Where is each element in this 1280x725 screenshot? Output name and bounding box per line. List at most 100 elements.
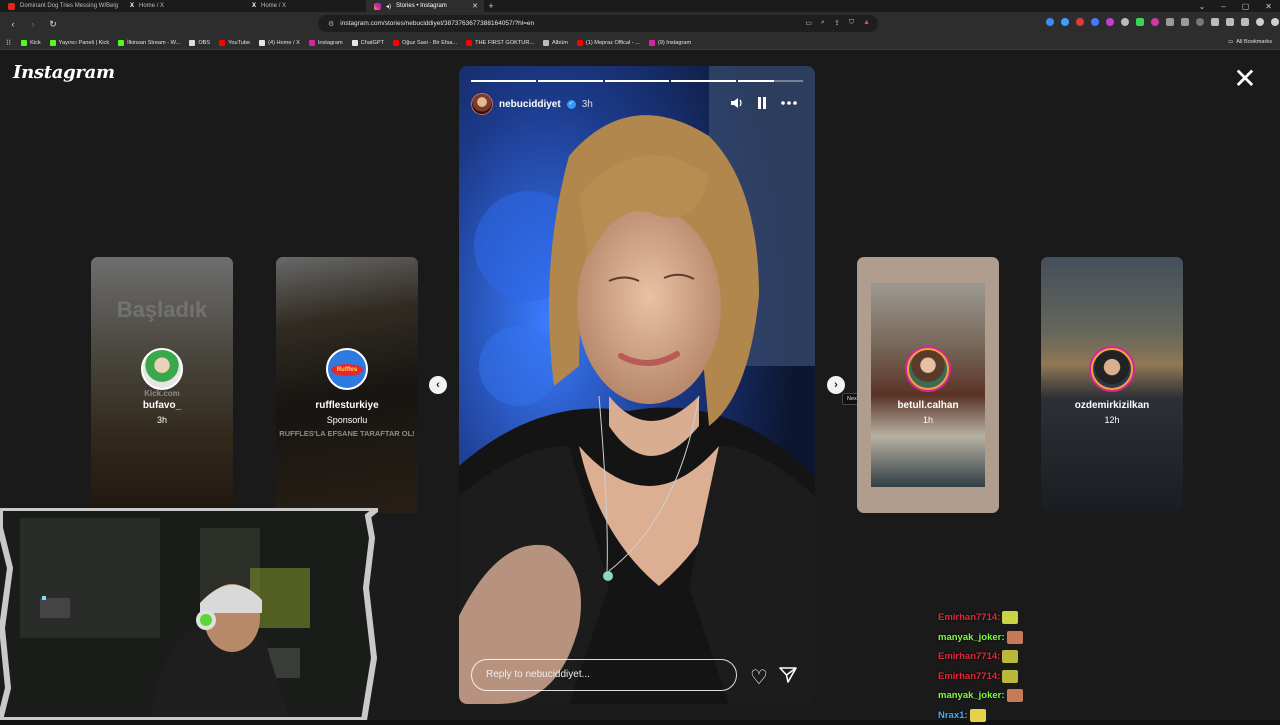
volume-icon[interactable] (730, 97, 743, 109)
tab-icon[interactable] (1241, 18, 1249, 26)
bookmark-label: İlkinsan Stream - W... (127, 40, 180, 46)
stream-chat-overlay: Emirhan7714:manyak_joker:Emirhan7714:Emi… (938, 608, 1138, 720)
reload-icon[interactable]: ↻ (46, 19, 60, 30)
close-tab-icon[interactable]: ✕ (472, 2, 478, 10)
tab-title: Dominant Dog Tries Messing W/Belg (20, 3, 118, 9)
extension-alert-icon[interactable]: ▲ (863, 19, 870, 27)
bookmark-item[interactable]: OBS (189, 40, 210, 46)
previous-story-button[interactable]: ‹ (429, 376, 447, 394)
bookmark-item[interactable]: Albüm (543, 40, 568, 46)
bookmarks-list: Kick Yayıncı Paneli | Kick İlkinsan Stream… (21, 40, 700, 46)
bookmark-item[interactable]: (1) Mepraz Offical - ... (577, 40, 640, 46)
zoom-icon[interactable]: ⌕ (821, 19, 825, 27)
minimize-icon[interactable]: – (1221, 2, 1225, 11)
all-bookmarks-button[interactable]: ▭ All Bookmarks (1228, 39, 1272, 45)
bookmark-label: Oğuz Sasi - Bir Efsa... (402, 40, 457, 46)
share-icon[interactable]: ⇪ (834, 19, 840, 27)
story-progress-bar (471, 80, 803, 82)
back-icon[interactable]: ‹ (6, 19, 20, 29)
downloads-icon[interactable] (1181, 18, 1189, 26)
bookmark-item[interactable]: (9) Instagram (649, 40, 691, 46)
bookmark-item[interactable]: Kick (21, 40, 41, 46)
extension-icon[interactable] (1076, 18, 1084, 26)
browser-tab[interactable]: X Home / X (122, 0, 244, 12)
new-tab-icon[interactable]: + (484, 1, 498, 11)
extension-icon[interactable] (1061, 18, 1069, 26)
sidebar-icon[interactable] (1226, 18, 1234, 26)
bookmarks-bar: ⁝⁝ Kick Yayıncı Paneli | Kick İlkinsan Str… (0, 36, 1280, 50)
shield-icon[interactable]: ⛉ (849, 19, 854, 27)
bookmark-item[interactable]: Oğuz Sasi - Bir Efsa... (393, 40, 457, 46)
ruffles-logo-avatar: Ruffles (326, 348, 368, 390)
extension-icon[interactable] (1151, 18, 1159, 26)
maximize-icon[interactable]: ▢ (1242, 2, 1250, 11)
puzzle-icon[interactable] (1166, 18, 1174, 26)
chat-message: Nrax1: (938, 706, 1138, 725)
bookmark-favicon-icon (189, 40, 195, 46)
tab-search-icon[interactable]: ⌄ (1199, 2, 1206, 11)
address-bar[interactable]: ⚙ instagram.com/stories/nebuciddiyet/387… (318, 15, 878, 32)
chat-username: manyak_joker: (938, 632, 1005, 643)
chat-username: Emirhan7714: (938, 671, 1000, 682)
bookmark-favicon-icon (259, 40, 265, 46)
send-icon[interactable] (779, 666, 797, 684)
story-preview-card[interactable]: Başladık Kick.com bufavo_ 3h (91, 257, 233, 513)
bookmark-item[interactable]: (4) Home / X (259, 40, 300, 46)
bookmark-item[interactable]: Yayıncı Paneli | Kick (50, 40, 109, 46)
story-controls (730, 97, 797, 109)
extension-icon[interactable] (1091, 18, 1099, 26)
music-icon[interactable] (1211, 18, 1219, 26)
bookmark-item[interactable]: Instagram (309, 40, 343, 46)
close-window-icon[interactable]: ✕ (1265, 2, 1272, 11)
like-heart-icon[interactable]: ♡ (750, 665, 768, 690)
pause-icon[interactable] (757, 97, 767, 109)
card-time: 1h (857, 415, 999, 425)
bookmark-favicon-icon (21, 40, 27, 46)
card-username: bufavo_ (91, 400, 233, 411)
more-icon[interactable] (1271, 18, 1279, 26)
bookmark-item[interactable]: YouTube (219, 40, 250, 46)
browser-tab[interactable]: X Home / X (244, 0, 366, 12)
bookmark-label: Instagram (318, 40, 343, 46)
apps-icon[interactable]: ⁝⁝ (6, 38, 11, 47)
bookmark-favicon-icon (543, 40, 549, 46)
bookmark-item[interactable]: ChatGPT (352, 40, 384, 46)
bookmark-favicon-icon (352, 40, 358, 46)
close-stories-button[interactable]: ✕ (1232, 66, 1258, 92)
site-info-icon[interactable]: ⚙ (328, 20, 334, 28)
bookmark-item[interactable]: İlkinsan Stream - W... (118, 40, 180, 46)
chat-username: Emirhan7714: (938, 612, 1000, 623)
bookmark-label: Albüm (552, 40, 568, 46)
story-author-username[interactable]: nebuciddiyet (499, 99, 561, 110)
extension-icon[interactable] (1121, 18, 1129, 26)
story-overlay-text: RUFFLES'LA EFSANE TARAFTAR OL! (276, 429, 418, 438)
browser-tab[interactable]: Dominant Dog Tries Messing W/Belg (0, 0, 122, 12)
story-preview-card[interactable]: Ruffles rufflesturkiye Sponsorlu RUFFLES… (276, 257, 418, 513)
profile-icon[interactable] (1256, 18, 1264, 26)
bookmark-label: (9) Instagram (658, 40, 691, 46)
chat-message: manyak_joker: (938, 686, 1138, 706)
all-bookmarks-label: All Bookmarks (1236, 39, 1272, 45)
reply-input[interactable]: Reply to nebuciddiyet... (471, 659, 737, 691)
extension-icon[interactable] (1046, 18, 1054, 26)
webcam-feed (0, 508, 378, 720)
extension-icon[interactable] (1106, 18, 1114, 26)
story-preview-card[interactable]: betull.calhan 1h (857, 257, 999, 513)
bookmark-item[interactable]: THE FIRST GOKTUR... (466, 40, 534, 46)
webcam-overlay (0, 508, 378, 720)
browser-tab-active[interactable]: ◂) Stories • Instagram ✕ (366, 0, 484, 12)
instagram-logo[interactable]: Instagram (13, 62, 115, 83)
cast-icon[interactable]: ▭ (805, 19, 812, 27)
more-options-icon[interactable] (781, 101, 797, 105)
tab-title: Home / X (261, 3, 286, 9)
bookmark-favicon-icon (466, 40, 472, 46)
next-story-button[interactable]: › (827, 376, 845, 394)
active-story[interactable]: nebuciddiyet ✓ 3h Reply to nebuciddiyet.… (459, 66, 815, 704)
story-author-avatar[interactable] (471, 93, 493, 115)
instagram-favicon-icon (374, 3, 381, 10)
forward-icon[interactable]: › (26, 19, 40, 29)
youtube-favicon-icon (8, 3, 15, 10)
menu-icon[interactable] (1196, 18, 1204, 26)
extension-icon[interactable] (1136, 18, 1144, 26)
story-preview-card[interactable]: ozdemirkizilkan 12h (1041, 257, 1183, 513)
